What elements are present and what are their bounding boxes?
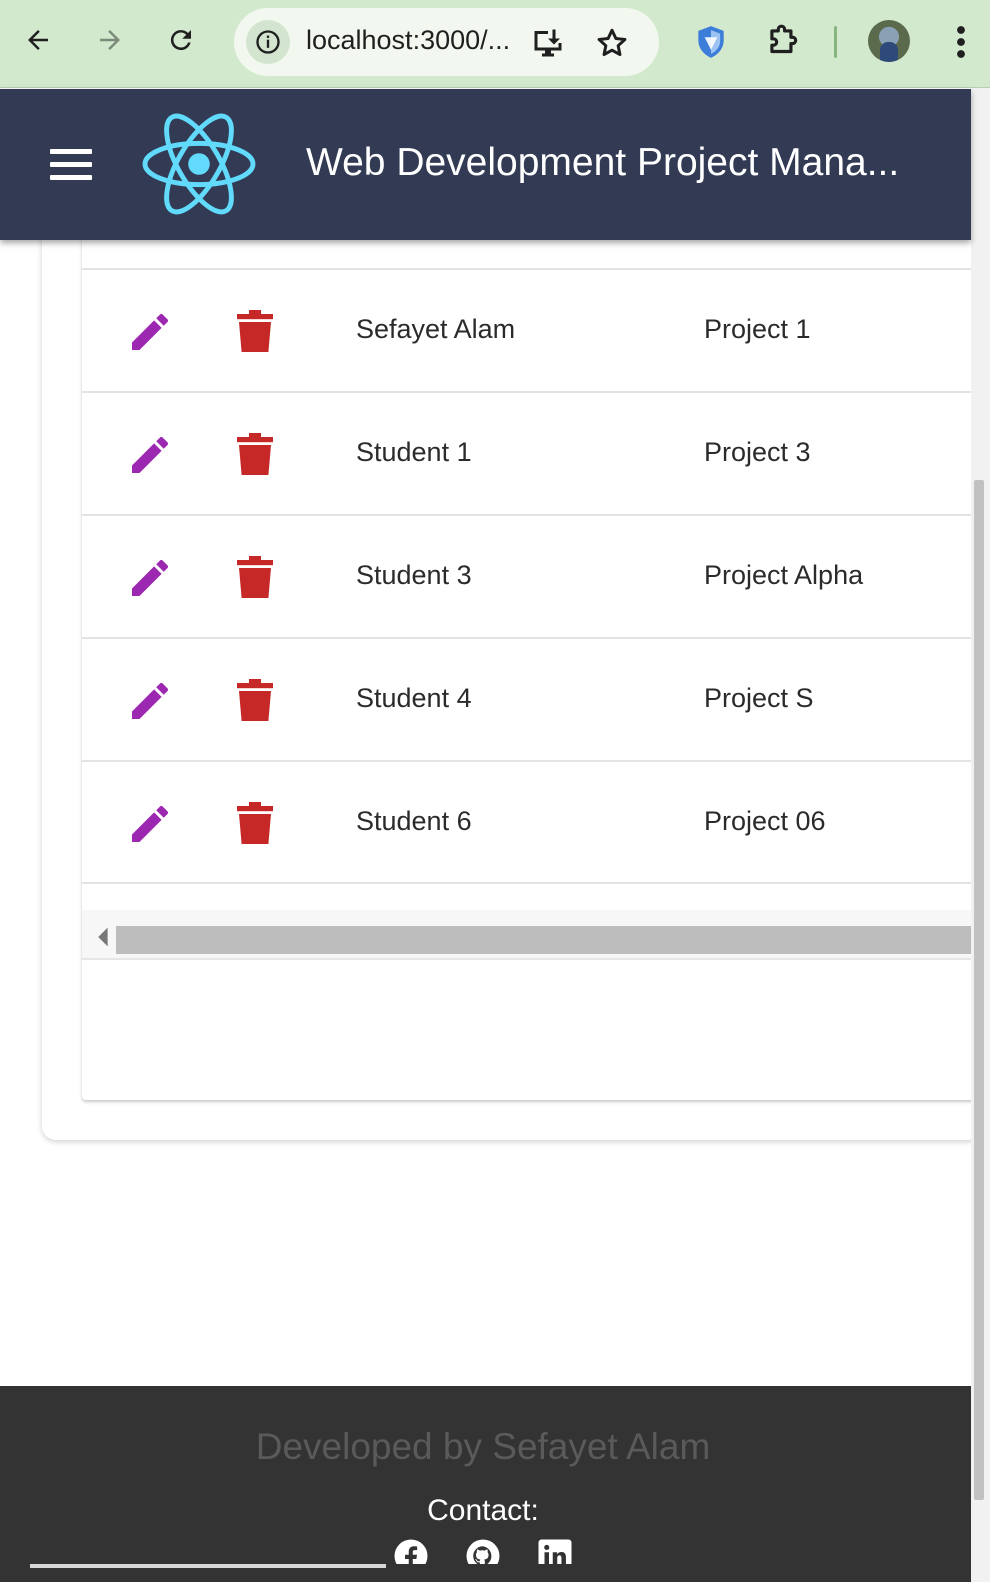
shield-extension-icon[interactable] (692, 22, 730, 62)
install-app-icon[interactable] (530, 25, 566, 61)
footer-contact-label: Contact: (427, 1494, 539, 1527)
react-logo (142, 113, 256, 215)
edit-icon[interactable] (126, 800, 174, 848)
student-name-cell: Student 3 (356, 560, 472, 590)
delete-icon[interactable] (234, 554, 276, 602)
address-bar[interactable]: localhost:3000/... (234, 8, 659, 76)
forward-arrow-icon[interactable] (86, 16, 134, 64)
bookmark-star-icon[interactable] (594, 25, 630, 61)
toolbar-divider (834, 26, 837, 58)
site-info-icon[interactable] (246, 20, 290, 64)
footer-credit: Developed by Sefayet Alam (255, 1426, 711, 1467)
student-name-cell: Student 6 (356, 806, 472, 836)
student-name-cell: Sefayet Alam (356, 314, 516, 344)
page-scrollbar[interactable] (971, 88, 990, 1582)
data-table: Sefayet Alam Project 1 Student 1 Project… (82, 220, 982, 1100)
project-name-cell: Project 3 (704, 437, 811, 467)
delete-icon[interactable] (234, 431, 276, 479)
table-row: Sefayet Alam Project 1 (82, 268, 982, 391)
footer: Developed by Sefayet Alam Contact: (0, 1386, 971, 1582)
more-menu-icon[interactable] (946, 24, 976, 60)
horizontal-scroll-thumb[interactable] (116, 926, 982, 954)
url-text[interactable]: localhost:3000/... (306, 25, 510, 56)
table-row: Student 4 Project S (82, 637, 982, 760)
delete-icon[interactable] (234, 800, 276, 848)
project-name-cell: Project 06 (704, 806, 826, 836)
page-title: Web Development Project Mana... (306, 141, 900, 184)
back-arrow-icon[interactable] (14, 16, 62, 64)
hamburger-menu-icon[interactable] (44, 139, 98, 189)
delete-icon[interactable] (234, 308, 276, 356)
edit-icon[interactable] (126, 677, 174, 725)
table-row: Student 3 Project Alpha (82, 514, 982, 637)
browser-toolbar: localhost:3000/... (0, 0, 990, 88)
edit-icon[interactable] (126, 308, 174, 356)
bottom-scroll-indicator (30, 1564, 386, 1568)
profile-avatar[interactable] (868, 20, 910, 62)
student-name-cell: Student 4 (356, 683, 472, 713)
extensions-puzzle-icon[interactable] (764, 22, 802, 62)
student-name-cell: Student 1 (356, 437, 472, 467)
edit-icon[interactable] (126, 431, 174, 479)
horizontal-scrollbar[interactable] (82, 910, 982, 960)
page-scroll-thumb[interactable] (974, 480, 984, 1500)
reload-icon[interactable] (157, 16, 205, 64)
project-name-cell: Project Alpha (704, 560, 864, 590)
project-name-cell: Project S (704, 683, 814, 713)
edit-icon[interactable] (126, 554, 174, 602)
delete-icon[interactable] (234, 677, 276, 725)
app-bar: Web Development Project Mana... (0, 89, 971, 240)
table-row: Student 1 Project 3 (82, 391, 982, 514)
scroll-left-arrow-icon[interactable] (92, 922, 112, 952)
project-name-cell: Project 1 (704, 314, 811, 344)
table-row: Student 6 Project 06 (82, 760, 982, 883)
table-divider (82, 882, 982, 884)
